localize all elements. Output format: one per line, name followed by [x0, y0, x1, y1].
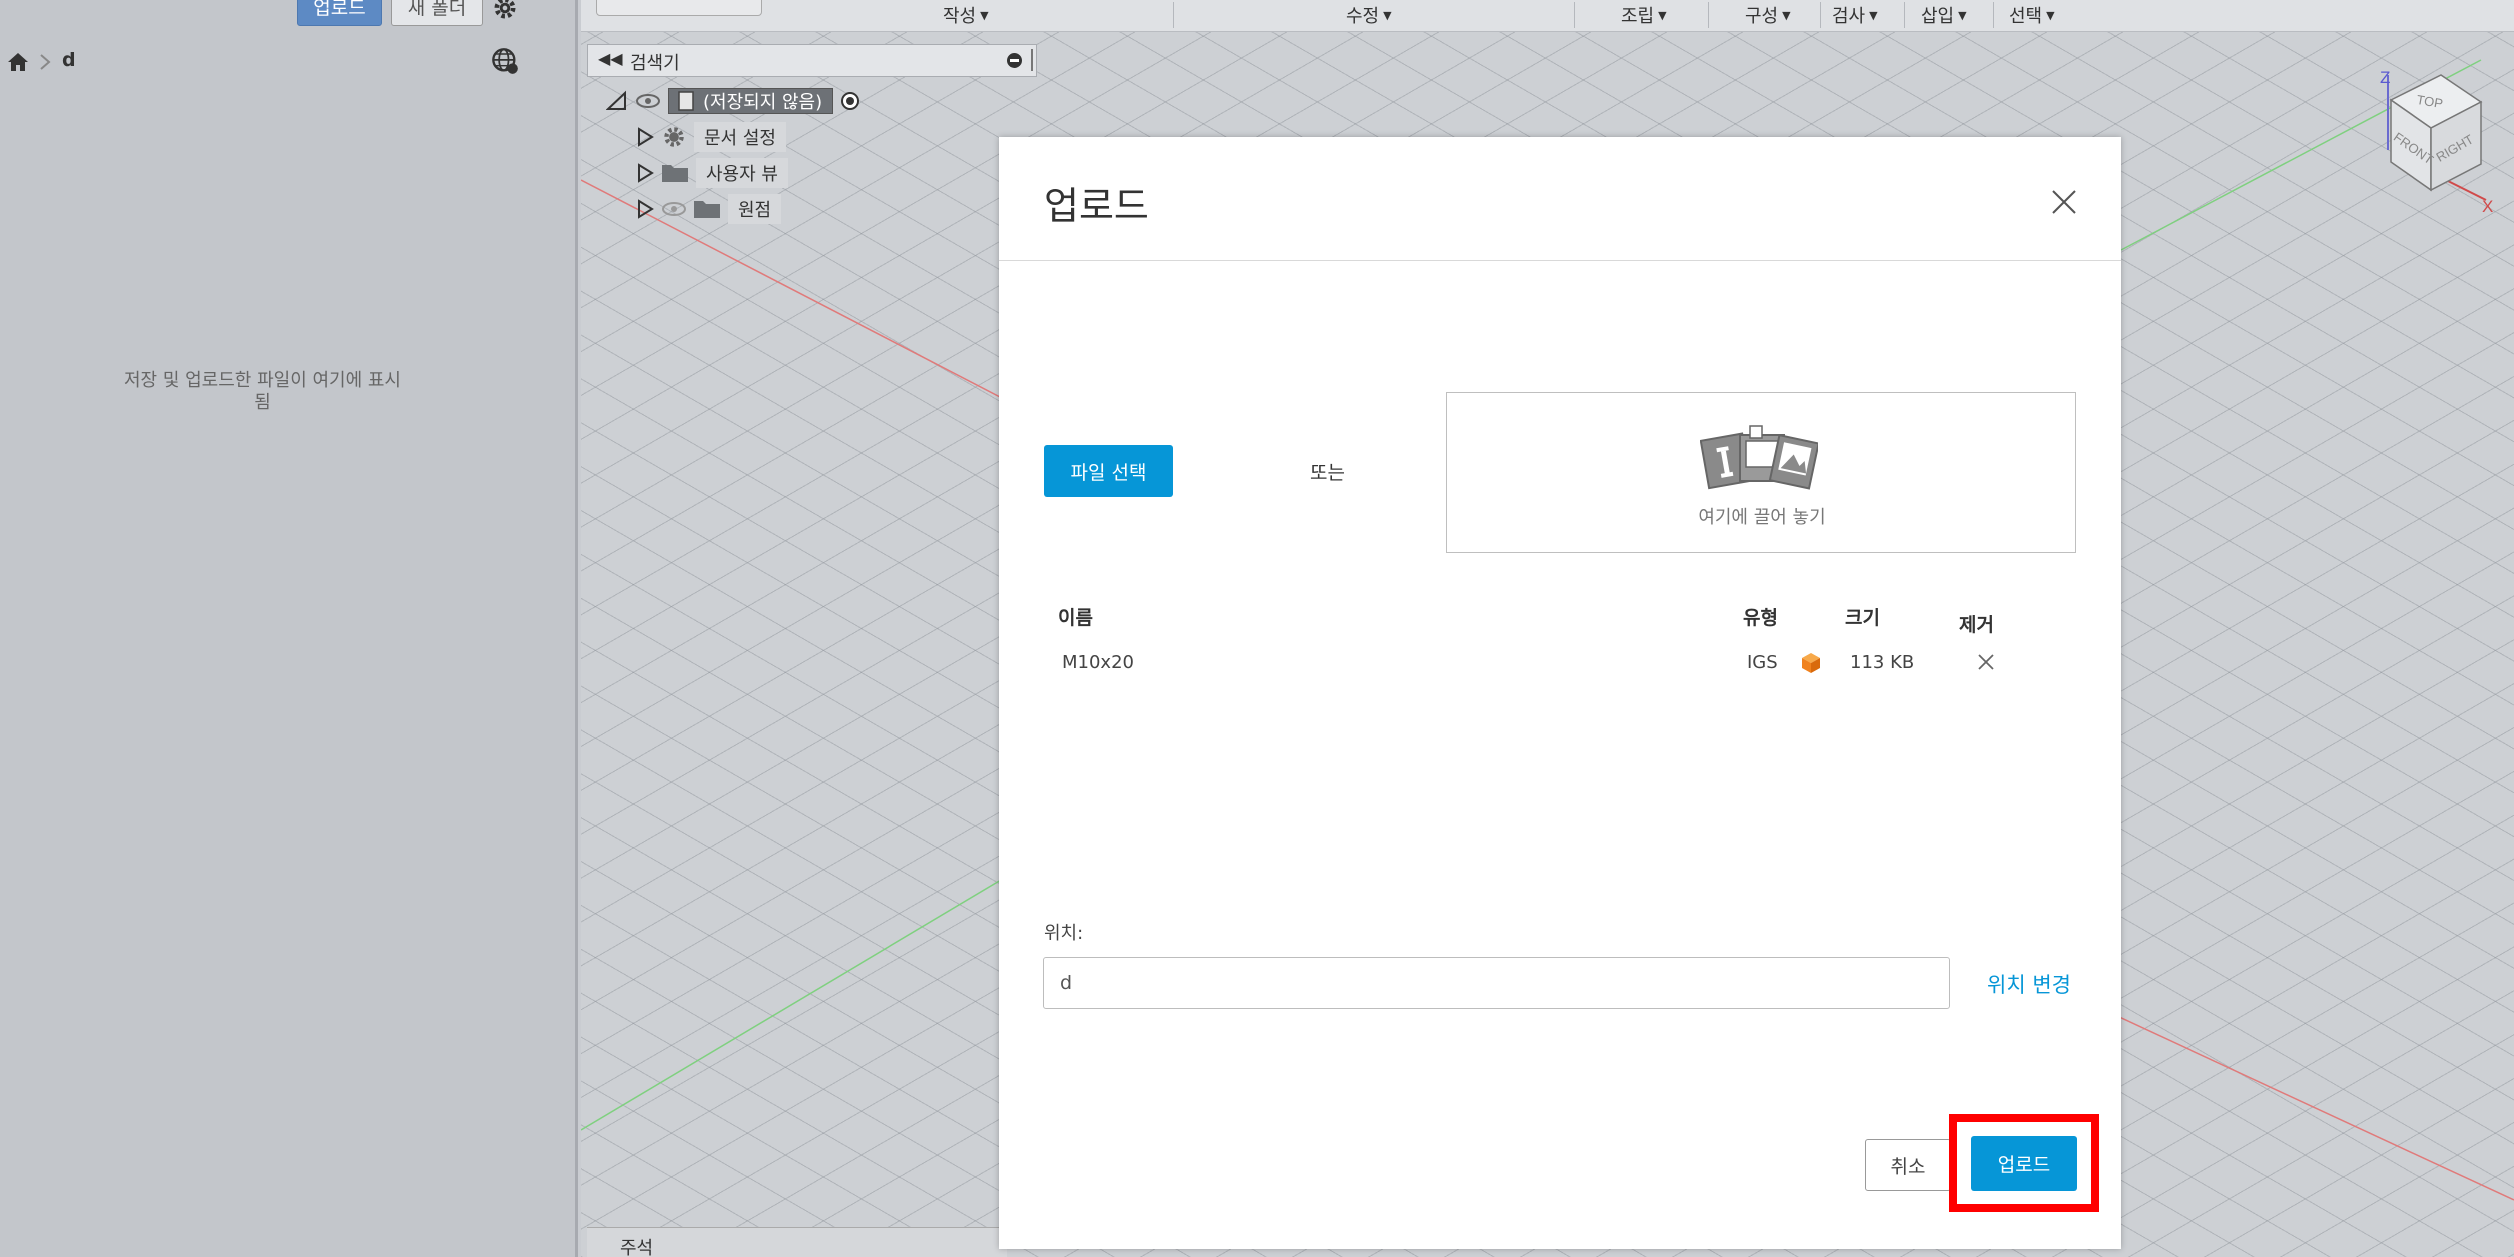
- menu-modify[interactable]: 수정 ▼: [1346, 2, 1392, 28]
- activate-radio-icon[interactable]: [839, 90, 861, 112]
- menu-construct[interactable]: 구성 ▼: [1745, 2, 1791, 28]
- minimize-icon[interactable]: [1007, 53, 1022, 68]
- chevron-right-icon: [40, 54, 51, 70]
- browser-item-document-settings[interactable]: 문서 설정: [634, 122, 786, 152]
- column-header-type: 유형: [1743, 607, 1778, 629]
- expand-triangle-icon[interactable]: [634, 162, 656, 184]
- eye-hidden-icon[interactable]: [660, 198, 688, 220]
- browser-title: 검색기: [630, 53, 680, 74]
- menu-create[interactable]: 작성 ▼: [943, 2, 989, 28]
- toolbar-divider: [1820, 2, 1821, 28]
- browser-item-origin[interactable]: 원점: [634, 194, 782, 224]
- tree-item-label: 사용자 뷰: [696, 158, 788, 188]
- eye-icon[interactable]: [634, 90, 662, 112]
- caret-down-icon: ▼: [1869, 8, 1878, 22]
- caret-down-icon: ▼: [2046, 8, 2055, 22]
- menu-assemble[interactable]: 조립 ▼: [1621, 2, 1667, 28]
- table-row: M10x20 IGS 113 KB: [999, 643, 2121, 683]
- browser-root-node[interactable]: (저장되지 않음): [606, 87, 861, 115]
- toolbar-divider: [1173, 2, 1174, 28]
- dialog-title: 업로드: [1044, 184, 1149, 228]
- gear-icon[interactable]: [491, 0, 519, 22]
- remove-file-icon[interactable]: [1977, 653, 1995, 671]
- expand-triangle-icon[interactable]: [634, 126, 656, 148]
- change-location-link[interactable]: 위치 변경: [1987, 969, 2071, 999]
- expand-triangle-icon[interactable]: [634, 198, 656, 220]
- browser-item-named-views[interactable]: 사용자 뷰: [634, 158, 788, 188]
- globe-icon[interactable]: [491, 47, 519, 75]
- or-text: 또는: [1310, 462, 1345, 484]
- drop-files-icon: [1700, 425, 1818, 490]
- toolbar-divider: [1708, 2, 1709, 28]
- upload-button[interactable]: 업로드: [1971, 1136, 2077, 1191]
- caret-down-icon: ▼: [1782, 8, 1791, 22]
- data-panel: 업로드 새 폴더 d 저장 및 업로드한 파일이 여기에 표시됨: [0, 0, 578, 1257]
- browser-panel-header: ◀◀ 검색기: [587, 44, 1037, 77]
- gear-icon: [664, 127, 684, 147]
- menu-insert[interactable]: 삽입 ▼: [1921, 2, 1967, 28]
- toolbar-divider: [1904, 2, 1905, 28]
- dialog-divider: [999, 260, 2121, 261]
- column-header-remove: 제거: [1959, 614, 1994, 636]
- tree-item-label: 문서 설정: [694, 122, 786, 152]
- empty-files-message: 저장 및 업로드한 파일이 여기에 표시됨: [123, 370, 401, 413]
- home-icon[interactable]: [6, 50, 30, 74]
- caret-down-icon: ▼: [980, 8, 989, 22]
- axis-x-label: X: [2482, 197, 2493, 216]
- comments-panel: 주석: [587, 1227, 1007, 1257]
- breadcrumb-current[interactable]: d: [62, 49, 76, 71]
- folder-icon: [662, 165, 688, 182]
- file-name: M10x20: [1062, 652, 1134, 673]
- comments-label: 주석: [620, 1238, 654, 1257]
- toolbar-divider: [1993, 2, 1994, 28]
- root-node-box[interactable]: (저장되지 않음): [668, 88, 834, 114]
- cube-icon: [1802, 653, 1820, 673]
- menu-select[interactable]: 선택 ▼: [2009, 2, 2055, 28]
- caret-down-icon: ▼: [1958, 8, 1967, 22]
- main-toolbar: 작성 ▼ 수정 ▼ 조립 ▼ 구성 ▼ 검사 ▼ 삽입 ▼ 선택 ▼: [581, 0, 2514, 32]
- panel-upload-button[interactable]: 업로드: [297, 0, 382, 26]
- panel-grip[interactable]: [1031, 49, 1033, 71]
- cancel-button[interactable]: 취소: [1865, 1139, 1951, 1191]
- tree-item-label: 원점: [728, 194, 782, 224]
- folder-icon: [694, 201, 720, 218]
- location-input[interactable]: [1043, 957, 1950, 1009]
- location-label: 위치:: [1044, 923, 1084, 944]
- file-type: IGS: [1747, 652, 1778, 673]
- file-size: 113 KB: [1850, 652, 1915, 673]
- upload-dialog: 업로드 파일 선택 또는 여기에 끌어 놓기 이름 유형 크기 제거 M10x2…: [999, 137, 2121, 1249]
- toolbar-divider: [1574, 2, 1575, 28]
- menu-inspect[interactable]: 검사 ▼: [1832, 2, 1878, 28]
- column-header-name: 이름: [1058, 607, 1093, 629]
- drop-zone[interactable]: 여기에 끌어 놓기: [1446, 392, 2076, 553]
- close-icon[interactable]: [2051, 189, 2077, 215]
- axis-z-label: Z: [2380, 68, 2390, 87]
- viewcube[interactable]: TOP FRONT RIGHT Z X: [2336, 60, 2496, 230]
- caret-down-icon: ▼: [1658, 8, 1667, 22]
- choose-file-button[interactable]: 파일 선택: [1044, 445, 1173, 497]
- column-header-size: 크기: [1845, 607, 1880, 629]
- caret-down-icon: ▼: [1383, 8, 1392, 22]
- drop-zone-text: 여기에 끌어 놓기: [1698, 507, 1826, 528]
- document-icon: [678, 91, 694, 111]
- toolbar-workspace-selector[interactable]: [596, 0, 762, 16]
- new-folder-button[interactable]: 새 폴더: [391, 0, 483, 26]
- root-node-label: (저장되지 않음): [703, 92, 823, 113]
- collapse-arrows-icon[interactable]: ◀◀: [598, 49, 623, 68]
- expand-triangle-icon[interactable]: [606, 90, 628, 112]
